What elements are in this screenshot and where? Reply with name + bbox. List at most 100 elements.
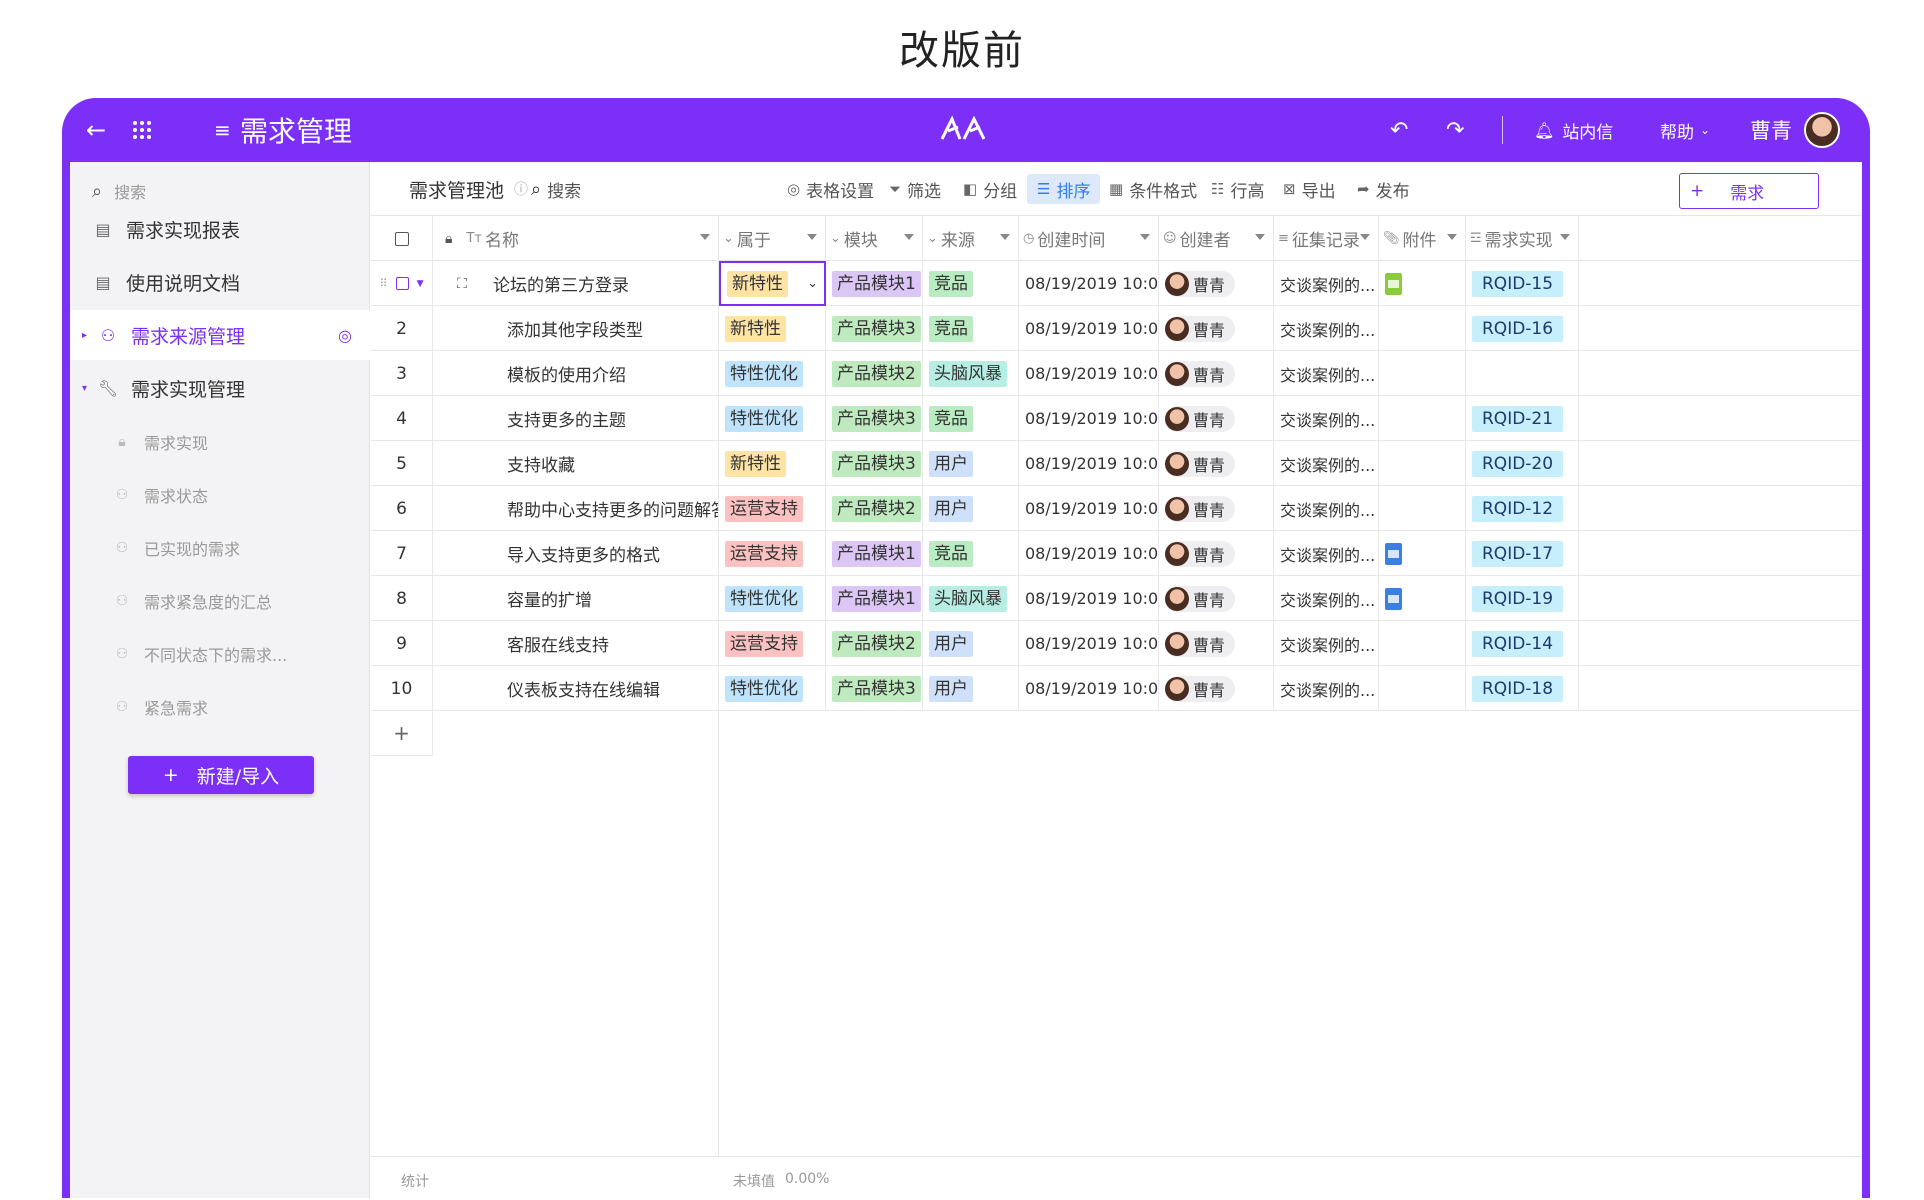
- linked-record-chip[interactable]: RQID-17: [1472, 540, 1564, 567]
- cell-module[interactable]: 产品模块1: [826, 261, 923, 306]
- document-file-icon[interactable]: [1385, 542, 1402, 565]
- group-button[interactable]: ◧ 分组: [963, 174, 1017, 204]
- sidebar-search[interactable]: ⌕ 搜索: [92, 176, 146, 206]
- table-row[interactable]: ⠿ ▼ ⛶ 论坛的第三方登录 新特性 ⌄ 产品模块1 竞品 08/19/2019…: [371, 261, 1862, 306]
- cell-attachment[interactable]: [1379, 666, 1466, 711]
- cell-created-time[interactable]: 08/19/2019 10:07: [1019, 306, 1159, 351]
- export-button[interactable]: ⊠ 导出: [1283, 174, 1336, 204]
- cell-module[interactable]: 产品模块3: [826, 306, 923, 351]
- column-header-records[interactable]: ≡ 征集记录: [1274, 216, 1379, 261]
- cell-source[interactable]: 竞品: [923, 306, 1019, 351]
- cell-created-time[interactable]: 08/19/2019 10:07: [1019, 576, 1159, 621]
- cell-module[interactable]: 产品模块2: [826, 621, 923, 666]
- linked-record-chip[interactable]: RQID-14: [1472, 630, 1564, 657]
- cell-attachment[interactable]: [1379, 441, 1466, 486]
- cell-module[interactable]: 产品模块3: [826, 441, 923, 486]
- cell-records[interactable]: 交谈案例的...: [1274, 351, 1379, 396]
- column-header-module[interactable]: ⌄ 模块: [826, 216, 923, 261]
- cell-category[interactable]: 特性优化: [719, 351, 826, 396]
- cell-source[interactable]: 头脑风暴: [923, 351, 1019, 396]
- cell-records[interactable]: 交谈案例的...: [1274, 486, 1379, 531]
- column-header-creator[interactable]: ☺ 创建者: [1159, 216, 1274, 261]
- cell-created-time[interactable]: 08/19/2019 10:07: [1019, 351, 1159, 396]
- add-row-button[interactable]: +: [371, 711, 433, 756]
- cell-source[interactable]: 竞品: [923, 531, 1019, 576]
- cell-name[interactable]: 帮助中心支持更多的问题解答: [433, 486, 719, 531]
- cell-module[interactable]: 产品模块1: [826, 531, 923, 576]
- table-row[interactable]: 4 支持更多的主题 特性优化 产品模块3 竞品 08/19/2019 10:07…: [371, 396, 1862, 441]
- cell-category[interactable]: 特性优化: [719, 576, 826, 621]
- publish-button[interactable]: ➦ 发布: [1357, 174, 1410, 204]
- cell-creator[interactable]: 曹青: [1159, 666, 1274, 711]
- linked-record-chip[interactable]: RQID-15: [1472, 270, 1564, 297]
- cell-name[interactable]: 论坛的第三方登录: [485, 261, 719, 306]
- spreadsheet-file-icon[interactable]: [1385, 272, 1402, 295]
- cell-module[interactable]: 产品模块2: [826, 486, 923, 531]
- conditional-format-button[interactable]: ▦ 条件格式: [1109, 174, 1197, 204]
- linked-record-chip[interactable]: RQID-16: [1472, 315, 1564, 342]
- cell-records[interactable]: 交谈案例的...: [1274, 261, 1379, 306]
- cell-name[interactable]: 客服在线支持: [433, 621, 719, 666]
- cell-created-time[interactable]: 08/19/2019 10:07: [1019, 486, 1159, 531]
- cell-creator[interactable]: 曹青: [1159, 306, 1274, 351]
- table-row[interactable]: 6 帮助中心支持更多的问题解答 运营支持 产品模块2 用户 08/19/2019…: [371, 486, 1862, 531]
- cell-records[interactable]: 交谈案例的...: [1274, 666, 1379, 711]
- cell-impl[interactable]: RQID-17: [1466, 531, 1579, 576]
- help-menu[interactable]: 帮助 ⌄: [1660, 98, 1710, 162]
- drag-handle-icon[interactable]: ⠿: [380, 277, 388, 290]
- cell-module[interactable]: 产品模块3: [826, 666, 923, 711]
- cell-attachment[interactable]: [1379, 306, 1466, 351]
- cell-source[interactable]: 用户: [923, 666, 1019, 711]
- row-select[interactable]: ⠿ ▼: [371, 261, 433, 306]
- row-checkbox[interactable]: [395, 277, 409, 290]
- sidebar-subitem[interactable]: 🔒︎ 需求实现: [70, 417, 370, 467]
- linked-record-chip[interactable]: RQID-20: [1472, 450, 1564, 477]
- cell-created-time[interactable]: 08/19/2019 10:07: [1019, 396, 1159, 441]
- cell-source[interactable]: 竞品: [923, 396, 1019, 441]
- linked-record-chip[interactable]: RQID-12: [1472, 495, 1564, 522]
- cell-name[interactable]: 容量的扩增: [433, 576, 719, 621]
- cell-name[interactable]: 支持更多的主题: [433, 396, 719, 441]
- linked-record-chip[interactable]: RQID-19: [1472, 585, 1564, 612]
- cell-attachment[interactable]: [1379, 576, 1466, 621]
- cell-records[interactable]: 交谈案例的...: [1274, 531, 1379, 576]
- table-settings-button[interactable]: ◎ 表格设置: [787, 174, 874, 204]
- settings-icon[interactable]: ◎: [338, 326, 352, 345]
- cell-records[interactable]: 交谈案例的...: [1274, 441, 1379, 486]
- sidebar-subitem[interactable]: ⚇ 需求状态: [70, 470, 370, 520]
- cell-impl[interactable]: RQID-18: [1466, 666, 1579, 711]
- footer-stat-label[interactable]: 统计: [401, 1171, 429, 1191]
- cell-impl[interactable]: RQID-21: [1466, 396, 1579, 441]
- cell-creator[interactable]: 曹青: [1159, 351, 1274, 396]
- cell-created-time[interactable]: 08/19/2019 10:07: [1019, 621, 1159, 666]
- cell-attachment[interactable]: [1379, 531, 1466, 576]
- cell-module[interactable]: 产品模块3: [826, 396, 923, 441]
- column-header-source[interactable]: ⌄ 来源: [923, 216, 1019, 261]
- cell-name[interactable]: 导入支持更多的格式: [433, 531, 719, 576]
- cell-module[interactable]: 产品模块1: [826, 576, 923, 621]
- cell-impl[interactable]: RQID-14: [1466, 621, 1579, 666]
- sidebar-subitem[interactable]: ⚇ 紧急需求: [70, 682, 370, 732]
- sidebar-item-docs[interactable]: ▤ 使用说明文档: [70, 257, 370, 307]
- cell-impl[interactable]: [1466, 351, 1579, 396]
- back-icon[interactable]: ←: [86, 98, 106, 162]
- cell-attachment[interactable]: [1379, 621, 1466, 666]
- cell-creator[interactable]: 曹青: [1159, 441, 1274, 486]
- cell-impl[interactable]: RQID-16: [1466, 306, 1579, 351]
- menu-icon[interactable]: ≡: [214, 98, 231, 162]
- apps-grid-icon[interactable]: [132, 98, 152, 162]
- cell-creator[interactable]: 曹青: [1159, 486, 1274, 531]
- cell-module[interactable]: 产品模块2: [826, 351, 923, 396]
- new-import-button[interactable]: + 新建/导入: [128, 756, 314, 794]
- cell-attachment[interactable]: [1379, 261, 1466, 306]
- redo-icon[interactable]: ↷: [1446, 98, 1464, 162]
- cell-creator[interactable]: 曹青: [1159, 396, 1274, 441]
- cell-records[interactable]: 交谈案例的...: [1274, 396, 1379, 441]
- sidebar-subitem[interactable]: ⚇ 不同状态下的需求...: [70, 629, 370, 679]
- sidebar-item-report[interactable]: ▤ 需求实现报表: [70, 204, 370, 254]
- select-all-checkbox[interactable]: [371, 216, 433, 261]
- cell-source[interactable]: 竞品: [923, 261, 1019, 306]
- linked-record-chip[interactable]: RQID-21: [1472, 405, 1564, 432]
- cell-impl[interactable]: RQID-19: [1466, 576, 1579, 621]
- cell-created-time[interactable]: 08/19/2019 10:07: [1019, 531, 1159, 576]
